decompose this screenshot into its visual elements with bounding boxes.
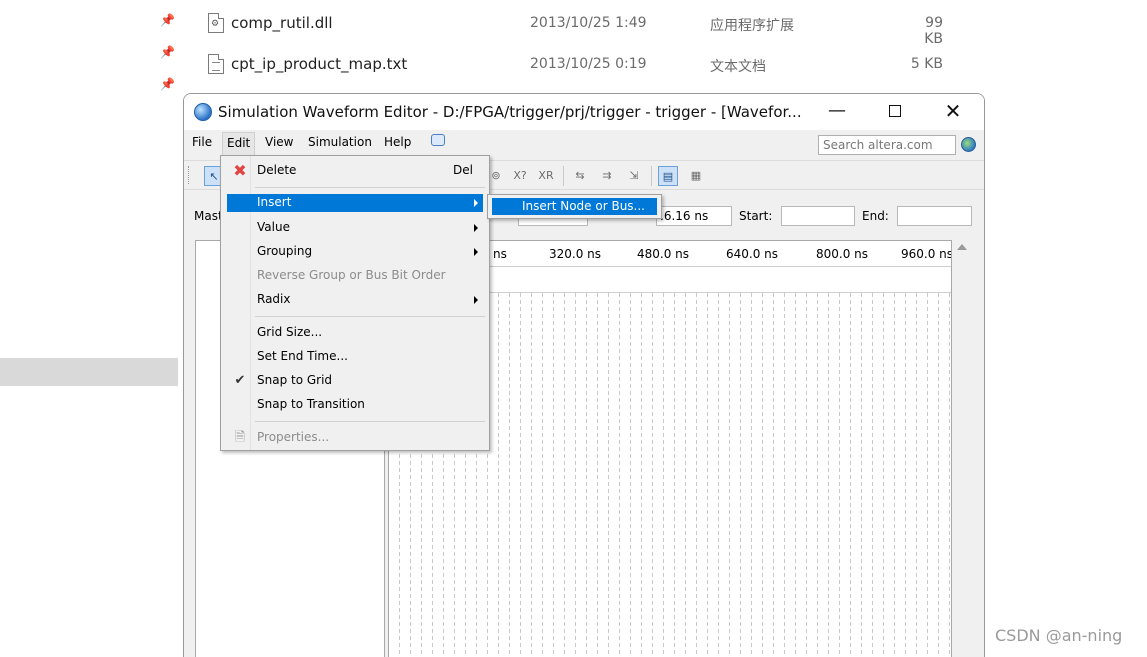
menu-separator (255, 187, 485, 188)
time-field[interactable]: .6.16 ns (656, 206, 732, 226)
text-file-icon (208, 54, 224, 74)
scroll-up-arrow-icon[interactable] (957, 244, 967, 250)
end-field[interactable] (897, 206, 972, 226)
minimize-button[interactable]: — (814, 94, 860, 130)
maximize-icon (889, 105, 901, 117)
menu-item-insert[interactable]: Insert (227, 194, 483, 212)
invert-button[interactable]: ⇆ (570, 166, 590, 186)
time-tick: 480.0 ns (637, 247, 690, 261)
start-field[interactable] (781, 206, 855, 226)
search-input[interactable]: Search altera.com (818, 135, 956, 155)
submenu-arrow-icon (474, 248, 478, 256)
menu-simulation[interactable]: Simulation (308, 135, 372, 149)
file-date: 2013/10/25 0:19 (530, 56, 647, 72)
menu-item-label: Set End Time... (257, 349, 348, 363)
menu-file[interactable]: File (192, 135, 212, 149)
toolbar-grip[interactable] (188, 166, 191, 184)
menu-item-label: Insert (257, 195, 292, 209)
menu-item-label: Reverse Group or Bus Bit Order (257, 268, 446, 282)
file-date: 2013/10/25 1:49 (530, 15, 647, 31)
end-label: End: (862, 209, 889, 223)
menu-item-label: Grouping (257, 244, 313, 258)
time-tick: 960.0 ns (901, 247, 952, 261)
menu-item-properties: 🗎 Properties... (227, 427, 483, 449)
menu-item-label: Delete (257, 163, 297, 177)
window-title: Simulation Waveform Editor - D:/FPGA/tri… (218, 103, 802, 121)
globe-icon[interactable] (961, 137, 976, 152)
menu-item-shortcut: Del (453, 163, 473, 177)
help-chat-icon[interactable] (431, 134, 445, 146)
file-type: 文本文档 (710, 59, 766, 75)
edit-menu-dropdown: ✖ Delete Del Insert Value Grouping Rever… (220, 155, 490, 451)
value-button[interactable]: XR (536, 166, 556, 186)
file-row-cpt-ip-product-map[interactable]: cpt_ip_product_map.txt 2013/10/25 0:19 文… (205, 52, 965, 78)
menu-item-label: Snap to Transition (257, 397, 365, 411)
menu-item-label: Grid Size... (257, 325, 323, 339)
file-name: cpt_ip_product_map.txt (231, 55, 408, 73)
menu-item-grid-size[interactable]: Grid Size... (227, 322, 483, 344)
file-type: 应用程序扩展 (710, 18, 794, 34)
start-label: Start: (739, 209, 773, 223)
menu-item-label: Snap to Grid (257, 373, 333, 387)
file-row-comp-rutil[interactable]: ⚙ comp_rutil.dll 2013/10/25 1:49 应用程序扩展 … (205, 11, 965, 47)
unknown-value-button[interactable]: X? (510, 166, 530, 186)
submenu-arrow-icon (474, 224, 478, 232)
insert-submenu: Insert Node or Bus... (487, 194, 662, 219)
delete-x-icon: ✖ (233, 161, 247, 180)
file-name: comp_rutil.dll (231, 14, 333, 32)
clock-button[interactable]: ⇲ (624, 166, 644, 186)
pin-icon[interactable]: 📌 (160, 45, 175, 59)
menu-separator (255, 421, 485, 422)
time-tick: ns (493, 247, 507, 261)
menu-item-value[interactable]: Value (227, 217, 483, 239)
menu-bar: File Edit View Simulation Help Search al… (184, 130, 984, 156)
vertical-scrollbar[interactable] (954, 240, 971, 657)
quartus-app-icon (194, 103, 212, 121)
explorer-selected-row[interactable] (0, 358, 178, 386)
grid-button[interactable]: ▦ (686, 166, 706, 186)
maximize-button[interactable] (872, 94, 918, 130)
pin-icon[interactable]: 📌 (160, 77, 175, 91)
snap-to-grid-button[interactable]: ▤ (658, 166, 678, 186)
menu-item-label: Properties... (257, 430, 330, 444)
menu-item-reverse-group: Reverse Group or Bus Bit Order (227, 265, 483, 287)
menu-item-grouping[interactable]: Grouping (227, 241, 483, 263)
time-tick: 800.0 ns (816, 247, 869, 261)
title-bar[interactable]: Simulation Waveform Editor - D:/FPGA/tri… (184, 94, 984, 130)
count-value-button[interactable]: ⇉ (597, 166, 617, 186)
time-tick: 320.0 ns (549, 247, 602, 261)
close-button[interactable]: ✕ (930, 94, 976, 130)
menu-help[interactable]: Help (384, 135, 411, 149)
menu-item-set-end-time[interactable]: Set End Time... (227, 346, 483, 368)
file-size: 99 KB (924, 15, 943, 47)
properties-icon: 🗎 (234, 430, 246, 445)
menu-item-label: Insert Node or Bus... (522, 199, 645, 213)
menu-item-snap-to-transition[interactable]: Snap to Transition (227, 394, 483, 416)
toolbar-separator (651, 166, 652, 186)
menu-item-delete[interactable]: ✖ Delete Del (227, 160, 483, 182)
menu-item-label: Radix (257, 292, 291, 306)
csdn-watermark: CSDN @an-ning (995, 626, 1123, 645)
menu-item-insert-node-or-bus[interactable]: Insert Node or Bus... (492, 198, 657, 215)
menu-edit[interactable]: Edit (222, 132, 256, 156)
menu-item-label: Value (257, 220, 290, 234)
menu-item-snap-to-grid[interactable]: ✔ Snap to Grid (227, 370, 483, 392)
submenu-arrow-icon (474, 296, 478, 304)
file-size: 5 KB (910, 56, 943, 72)
submenu-arrow-icon (474, 199, 478, 207)
menu-item-radix[interactable]: Radix (227, 289, 483, 311)
time-tick: 640.0 ns (726, 247, 779, 261)
menu-view[interactable]: View (265, 135, 293, 149)
menu-separator (255, 316, 485, 317)
check-icon: ✔ (234, 373, 246, 388)
pin-icon[interactable]: 📌 (160, 13, 175, 27)
toolbar-separator (563, 166, 564, 186)
master-time-bar-label: Mast (194, 209, 223, 223)
dll-file-icon: ⚙ (208, 13, 224, 33)
